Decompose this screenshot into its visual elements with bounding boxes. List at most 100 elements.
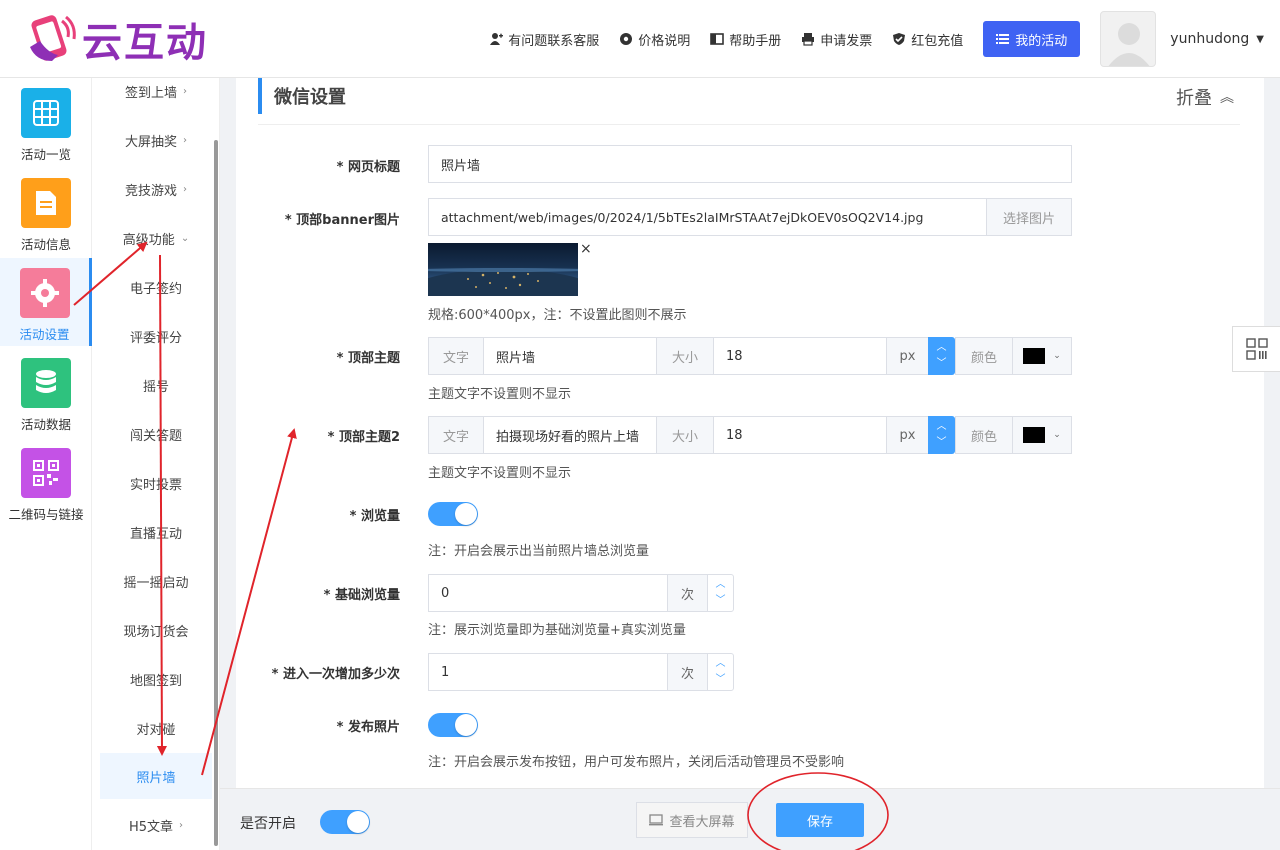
sidebar-item-label: 活动数据 [20,417,71,432]
enable-label: 是否开启 [240,816,296,832]
floating-qrcode-button[interactable] [1232,326,1280,372]
subnav-label: 闯关答题 [129,428,182,444]
chevron-right-icon: › [183,183,187,195]
help-manual-link[interactable]: 帮助手册 [710,30,781,49]
redpacket-recharge-link[interactable]: 红包充值 [892,30,963,49]
banner-hint: 规格:600*400px，注：不设置此图则不展示 [428,308,687,323]
gear-icon [620,33,633,45]
list-icon [996,34,1010,44]
theme1-text-input[interactable]: 照片墙 [483,337,657,375]
choose-image-button[interactable]: 选择图片 [986,198,1072,236]
user-menu[interactable]: yunhudong ▼ [1170,31,1264,47]
banner-label: * 顶部banner图片 [284,213,400,228]
theme1-color-addon: 颜色 [955,337,1013,375]
base-views-stepper[interactable]: ︿ ﹀ [707,574,734,612]
fold-toggle[interactable]: 折叠 ︽ [1176,84,1234,110]
subnav-item-match[interactable]: 对对碰 [100,705,212,751]
brand-name: 云互动 [82,20,208,66]
settings-panel: 微信设置 折叠 ︽ * 网页标题 照片墙 * 顶部banner图片 attach… [236,78,1264,788]
contact-support-label: 有问题联系客服 [508,33,600,49]
chevron-down-icon: ﹀ [936,437,947,448]
theme1-size-input[interactable]: 18 [713,337,887,375]
theme1-hint: 主题文字不设置则不显示 [428,387,572,402]
sidebar-item-activity-info[interactable]: 活动信息 [0,168,92,256]
subnav-label: 实时投票 [129,477,182,493]
subnav-item-photo-wall[interactable]: 照片墙 [100,753,212,799]
increment-input[interactable]: 1 [428,653,668,691]
database-icon [21,358,71,408]
subnav-item-quiz[interactable]: 闯关答题 [100,411,212,457]
subnav-item-esign[interactable]: 电子签约 [100,264,212,310]
subnav-label: 电子签约 [129,281,182,297]
subnav-label: 地图签到 [129,673,182,689]
avatar[interactable] [1100,11,1157,67]
subnav-label: 摇号 [142,379,169,395]
view-big-screen-button[interactable]: 查看大屏幕 [636,802,748,838]
theme2-color-addon: 颜色 [955,416,1013,454]
remove-image-icon[interactable]: × [580,241,592,257]
subnav-item-lottery[interactable]: 大屏抽奖 › [100,117,212,163]
subnav-item-judge-score[interactable]: 评委评分 [100,313,212,359]
invoice-link[interactable]: 申请发票 [801,30,872,49]
sidebar-item-qrcode-links[interactable]: 二维码与链接 [0,438,92,526]
theme2-size-input[interactable]: 18 [713,416,887,454]
chevron-right-icon: › [179,819,184,831]
subnav-label: 大屏抽奖 [124,134,177,150]
theme2-text-input[interactable]: 拍摄现场好看的照片上墙 [483,416,657,454]
gear-icon [19,268,70,318]
save-button[interactable]: 保存 [776,803,864,837]
subnav-item-games[interactable]: 竞技游戏 › [100,166,212,212]
subnav-label: 摇一摇启动 [123,575,189,591]
theme2-size-addon: 大小 [656,416,714,454]
subnav-item-live-interact[interactable]: 直播互动 [100,509,212,555]
subnav-item-h5-article[interactable]: H5文章 › [100,802,212,848]
theme1-text-addon: 文字 [428,337,484,375]
chevron-up-icon: ︿ [715,658,726,669]
brand-logo[interactable]: 云互动 [22,10,208,68]
publish-toggle[interactable] [428,713,478,737]
pricing-link[interactable]: 价格说明 [619,30,690,49]
subnav-item-map-signin[interactable]: 地图签到 [100,656,212,702]
enable-toggle[interactable] [320,810,370,834]
theme2-color-picker[interactable]: ⌄ [1012,416,1072,454]
page-title-input[interactable]: 照片墙 [428,145,1072,183]
subnav-label: 高级功能 [122,232,175,248]
theme1-color-picker[interactable]: ⌄ [1012,337,1072,375]
theme2-unit: px [886,416,929,454]
publish-hint: 注：开启会展示发布按钮，用户可发布照片，关闭后活动管理员不受影响 [428,755,845,770]
sidebar-item-label: 活动信息 [20,237,71,252]
base-views-input[interactable]: 0 [428,574,668,612]
subnav-scrollbar[interactable] [214,140,218,846]
subnav-item-advanced[interactable]: 高级功能 ⌄ [100,215,212,261]
subnav-label: 直播互动 [129,526,182,542]
chevron-up-icon: ︿ [936,342,947,353]
chevron-down-icon: ﹀ [715,595,726,606]
banner-path-input[interactable]: attachment/web/images/0/2024/1/5bTEs2laI… [428,198,987,236]
monitor-icon [649,814,664,826]
sidebar-item-activity-overview[interactable]: 活动一览 [0,78,92,166]
caret-down-icon: ▼ [1256,33,1264,45]
views-hint: 注：开启会展示出当前照片墙总浏览量 [428,544,650,559]
sidebar-item-label: 活动一览 [20,147,71,162]
subnav-item-shake-start[interactable]: 摇一摇启动 [100,558,212,604]
subnav-item-lucky-number[interactable]: 摇号 [100,362,212,408]
my-activity-button[interactable]: 我的活动 [983,21,1081,57]
subnav-label: 评委评分 [129,330,182,346]
theme1-size-stepper[interactable]: ︿ ﹀ [928,337,955,375]
sidebar-item-activity-data[interactable]: 活动数据 [0,348,92,436]
shield-check-icon [893,33,906,45]
chevron-up-icon: ︿ [936,421,947,432]
chevron-up-icon: ︿ [715,579,726,590]
subnav-item-signin-wall[interactable]: 签到上墙 › [100,78,212,114]
increment-stepper[interactable]: ︿ ﹀ [707,653,734,691]
phone-hand-icon [22,11,78,67]
views-toggle[interactable] [428,502,478,526]
pricing-label: 价格说明 [638,33,691,49]
publish-label: * 发布照片 [336,720,400,735]
sidebar-item-activity-settings[interactable]: 活动设置 [0,258,92,346]
help-manual-label: 帮助手册 [729,33,782,49]
subnav-item-order-fair[interactable]: 现场订货会 [100,607,212,653]
contact-support-link[interactable]: 有问题联系客服 [489,30,599,49]
theme2-size-stepper[interactable]: ︿ ﹀ [928,416,955,454]
subnav-item-live-vote[interactable]: 实时投票 [100,460,212,506]
